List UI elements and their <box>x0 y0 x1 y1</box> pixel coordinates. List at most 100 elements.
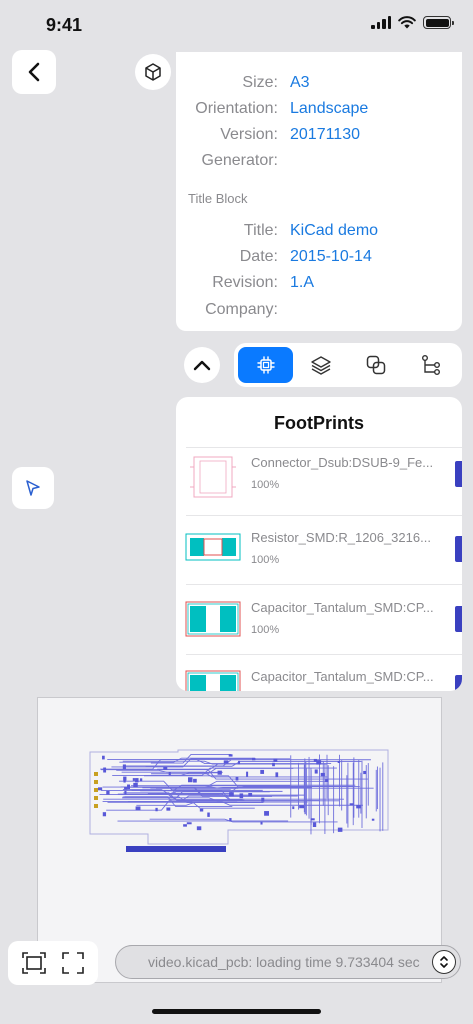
pcb-canvas[interactable] <box>37 697 442 983</box>
pcb-board-drawing <box>89 749 389 852</box>
pcb-pad <box>337 760 341 763</box>
tab-nets[interactable] <box>403 347 458 383</box>
info-label: Generator: <box>201 152 278 169</box>
cellular-signal-icon <box>371 16 391 29</box>
pcb-pad <box>275 772 279 778</box>
footprints-panel: FootPrints Connector_Dsub:DSUB-9_Fe... 1… <box>176 397 462 691</box>
footprint-item[interactable]: Capacitor_Tantalum_SMD:CP... <box>176 669 462 691</box>
chevron-up-icon <box>193 360 211 371</box>
log-scroll-button[interactable] <box>432 950 456 974</box>
info-row-generator: Generator: <box>176 152 462 178</box>
pcb-pad <box>135 778 139 783</box>
pcb-pad <box>103 767 107 773</box>
footprint-item[interactable]: Connector_Dsub:DSUB-9_Fe... 100% <box>176 455 462 523</box>
pcb-pad <box>123 780 126 783</box>
title-block-heading: Title Block <box>188 191 248 206</box>
tab-footprints[interactable] <box>238 347 293 383</box>
select-tool-button[interactable] <box>12 467 54 509</box>
pcb-pad <box>260 769 265 774</box>
pcb-pad <box>193 778 197 783</box>
view-mode-toolbar <box>234 343 462 387</box>
cursor-arrow-icon <box>26 480 40 496</box>
collapse-panel-button[interactable] <box>184 347 220 383</box>
pcb-pad <box>310 818 315 821</box>
pcb-pad <box>252 757 256 761</box>
info-label: Company: <box>205 301 278 318</box>
footprint-name: Capacitor_Tantalum_SMD:CP... <box>251 669 434 684</box>
wifi-icon <box>398 16 416 29</box>
pcb-pad <box>312 822 317 828</box>
info-value: A3 <box>290 74 310 91</box>
pcb-pad <box>238 760 241 765</box>
footprint-item[interactable]: Capacitor_Tantalum_SMD:CP... 100% <box>176 600 462 668</box>
info-row-company: Company: <box>176 301 462 327</box>
home-indicator <box>152 1009 321 1014</box>
fit-to-screen-icon[interactable] <box>21 951 47 975</box>
footprint-percent: 100% <box>251 624 280 636</box>
info-label: Revision: <box>212 274 278 291</box>
footprint-indicator <box>455 461 462 487</box>
pcb-pad <box>124 790 127 795</box>
info-row-date: Date: 2015-10-14 <box>176 248 462 274</box>
pcb-pad <box>248 793 253 797</box>
info-row-orientation: Orientation: Landscape <box>176 100 462 126</box>
info-value: 20171130 <box>290 126 360 143</box>
footprint-name: Capacitor_Tantalum_SMD:CP... <box>251 600 434 615</box>
cube-icon <box>145 63 161 81</box>
pcb-pad <box>320 772 325 777</box>
pcb-pad <box>186 822 192 825</box>
pcb-pad <box>196 826 202 831</box>
overlap-squares-icon <box>366 355 385 375</box>
footprint-thumbnail <box>190 456 236 498</box>
pcb-pad <box>163 766 168 770</box>
log-text: video.kicad_pcb: loading time 9.733404 s… <box>148 954 420 970</box>
pcb-pad <box>223 760 229 764</box>
pcb-pad <box>261 797 265 802</box>
info-label: Orientation: <box>195 100 278 117</box>
divider <box>186 515 462 516</box>
pcb-pad <box>168 772 171 776</box>
pcb-pad <box>246 771 249 777</box>
net-tree-icon <box>421 355 440 375</box>
pcb-pad <box>235 776 239 781</box>
3d-view-button[interactable] <box>135 54 171 90</box>
status-icons <box>371 16 454 29</box>
loading-log: video.kicad_pcb: loading time 9.733404 s… <box>115 945 461 979</box>
divider <box>186 584 462 585</box>
footprint-item[interactable]: Resistor_SMD:R_1206_3216... 100% <box>176 530 462 598</box>
up-down-chevron-icon <box>440 956 448 968</box>
pcb-pad <box>123 776 127 781</box>
pcb-pad <box>292 806 295 810</box>
pcb-pad <box>356 805 361 809</box>
tab-layers[interactable] <box>293 347 348 383</box>
pcb-pad <box>363 770 367 775</box>
info-label: Title: <box>243 222 278 239</box>
pcb-pad <box>183 824 187 827</box>
pcb-pad <box>325 779 329 782</box>
pcb-pad <box>229 818 232 822</box>
pcb-pad <box>155 807 158 812</box>
pcb-pad <box>133 782 138 788</box>
pcb-pad <box>187 777 193 783</box>
pcb-connector-strip <box>126 846 216 852</box>
info-value: Landscape <box>290 100 369 117</box>
footprint-thumbnail <box>185 533 241 561</box>
fullscreen-icon[interactable] <box>61 951 85 975</box>
footprint-indicator <box>455 675 462 691</box>
info-row-revision: Revision: 1.A <box>176 274 462 300</box>
tab-zones[interactable] <box>348 347 403 383</box>
layers-icon <box>310 356 331 375</box>
pcb-pad <box>314 769 318 774</box>
pcb-pad <box>127 784 130 789</box>
info-value: 1.A <box>290 274 315 291</box>
pcb-connector-strip <box>214 846 226 852</box>
footprint-name: Resistor_SMD:R_1206_3216... <box>251 530 431 545</box>
divider <box>186 447 462 448</box>
pcb-pad <box>260 821 263 825</box>
footprint-thumbnail <box>185 670 241 691</box>
pcb-pad <box>132 778 135 781</box>
back-button[interactable] <box>12 50 56 94</box>
pcb-pad <box>229 792 234 797</box>
chip-icon <box>256 356 275 374</box>
pcb-pad <box>239 793 244 799</box>
